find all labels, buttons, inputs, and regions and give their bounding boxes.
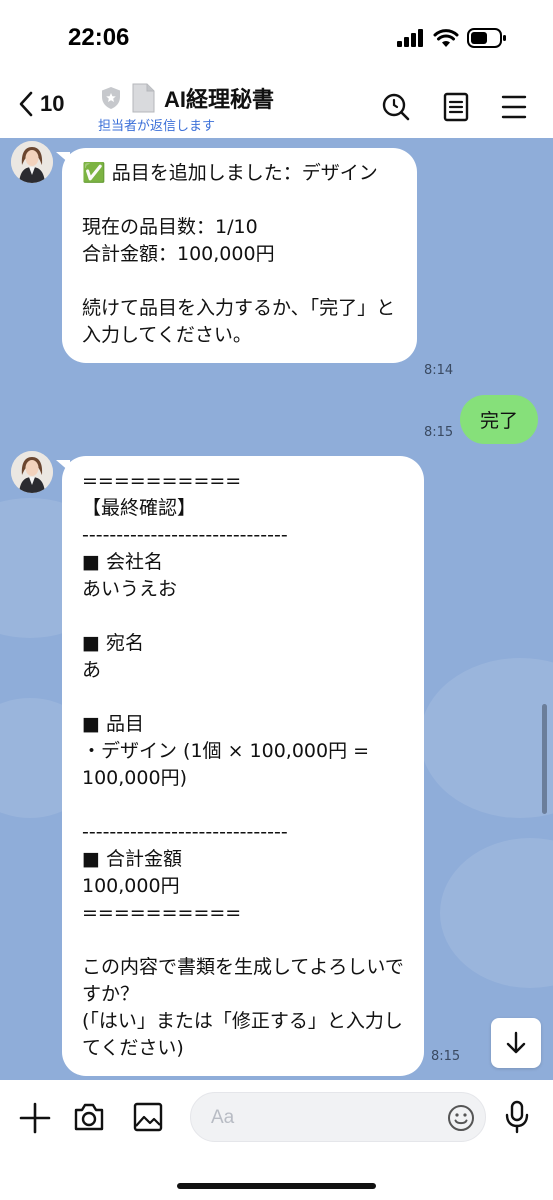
message-bubble-sent[interactable]: 完了	[460, 395, 539, 444]
status-icons	[397, 28, 507, 48]
image-icon[interactable]	[133, 1102, 163, 1132]
wifi-icon	[433, 28, 459, 47]
message-timestamp: 8:14	[424, 363, 454, 378]
document-icon	[132, 83, 155, 113]
battery-icon	[467, 28, 506, 48]
message-bubble-received[interactable]: ✅ 品目を追加しました：デザイン 現在の品目数：1/10 合計金額：100,00…	[62, 148, 417, 363]
camera-icon[interactable]	[73, 1102, 105, 1132]
plus-icon[interactable]	[19, 1102, 51, 1134]
avatar-image	[11, 141, 53, 183]
chat-subtitle: 担当者が返信します	[98, 119, 216, 134]
message-bubble-received[interactable]: ========== 【最終確認】 ----------------------…	[62, 456, 424, 1076]
menu-icon[interactable]	[501, 92, 527, 122]
avatar[interactable]	[11, 141, 53, 183]
emoji-icon[interactable]	[446, 1103, 476, 1133]
avatar[interactable]	[11, 451, 53, 493]
home-indicator[interactable]	[177, 1183, 376, 1189]
bubble-tail	[56, 460, 70, 472]
shield-icon	[102, 87, 120, 109]
message-input-box[interactable]	[190, 1092, 486, 1142]
status-time: 22:06	[68, 24, 130, 51]
back-button[interactable]: 10	[18, 90, 64, 118]
chat-title: AI経理秘書	[164, 87, 275, 112]
status-bar: 22:06	[0, 0, 553, 76]
unread-count: 10	[40, 91, 65, 116]
background-cloud	[440, 838, 553, 988]
search-icon[interactable]	[381, 92, 411, 122]
chat-header: 10 AI経理秘書 担当者が返信します	[0, 76, 553, 138]
message-timestamp: 8:15	[424, 425, 454, 440]
background-cloud	[420, 658, 553, 818]
arrow-down-icon	[506, 1031, 526, 1054]
signal-icon	[397, 29, 423, 47]
scrollbar[interactable]	[542, 704, 547, 814]
chat-title-row[interactable]: AI経理秘書	[100, 82, 274, 114]
message-input[interactable]	[211, 1105, 431, 1131]
microphone-icon[interactable]	[505, 1100, 529, 1134]
message-input-bar	[0, 1080, 553, 1200]
bubble-tail	[56, 152, 70, 164]
scroll-to-bottom-button[interactable]	[491, 1018, 541, 1068]
notes-icon[interactable]	[443, 92, 469, 122]
chat-area[interactable]: ✅ 品目を追加しました：デザイン 現在の品目数：1/10 合計金額：100,00…	[0, 138, 553, 1080]
message-timestamp: 8:15	[431, 1049, 461, 1064]
chevron-left-icon	[19, 91, 33, 117]
avatar-image	[11, 451, 53, 493]
